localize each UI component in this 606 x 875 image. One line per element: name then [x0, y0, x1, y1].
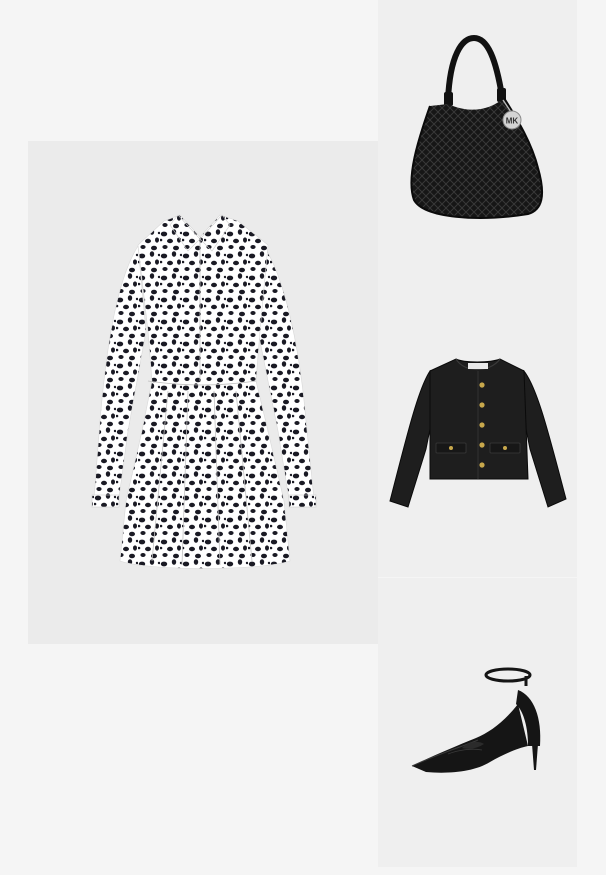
black-woven-hobo-bag-image: MK — [410, 34, 544, 219]
bag-logo-text: MK — [506, 117, 519, 126]
leopard-print-shirt-dress-image — [91, 214, 317, 569]
handbag-product-tile[interactable]: MK — [378, 0, 577, 289]
black-leather-collarless-jacket-image — [389, 358, 567, 508]
outfit-collage: MK — [0, 0, 606, 875]
shoe-product-tile[interactable] — [378, 578, 577, 867]
jacket-product-tile[interactable] — [378, 289, 577, 577]
dress-product-tile[interactable] — [28, 141, 378, 644]
black-ankle-strap-pointed-pump-image — [411, 667, 541, 773]
